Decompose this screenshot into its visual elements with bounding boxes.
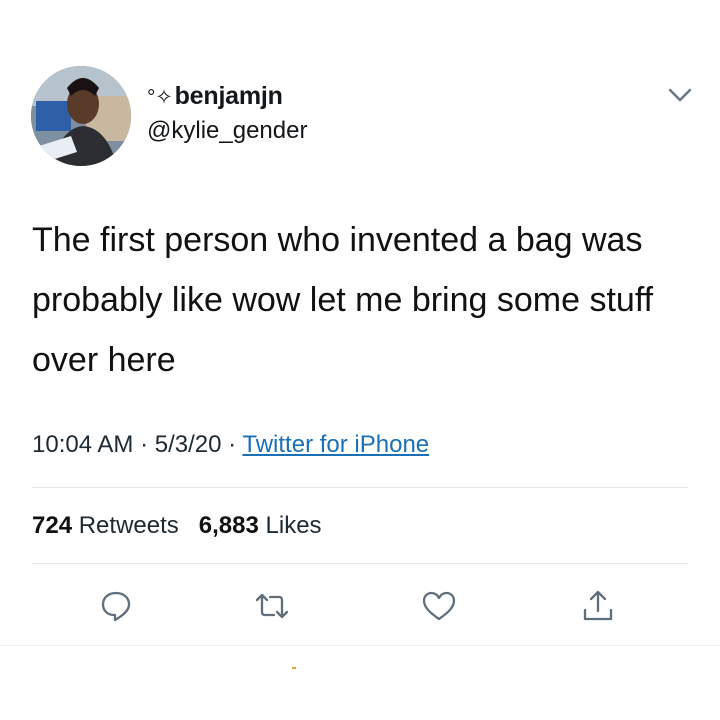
avatar-photo <box>31 66 131 166</box>
likes-count[interactable]: 6,883 <box>199 512 259 539</box>
author-display-name[interactable]: benjamjn <box>175 82 283 110</box>
chevron-down-icon[interactable] <box>667 86 693 104</box>
tweet-date: 5/3/20 <box>154 431 222 458</box>
meta-separator: · <box>228 431 237 458</box>
heart-icon[interactable] <box>421 588 457 624</box>
bottom-divider <box>0 645 720 646</box>
reply-icon[interactable] <box>98 588 134 624</box>
author-handle[interactable]: @kylie_gender <box>147 117 307 145</box>
meta-separator: · <box>140 431 149 458</box>
retweets-label[interactable]: Retweets <box>79 512 179 539</box>
avatar[interactable] <box>31 66 131 166</box>
tweet-time: 10:04 AM <box>32 431 134 458</box>
sparkle-decoration: °✧ <box>147 86 173 109</box>
artifact-mark <box>292 667 296 669</box>
tweet-text: The first person who invented a bag was … <box>32 221 654 379</box>
divider <box>32 487 688 488</box>
author-name[interactable]: °✧benjamjn <box>147 82 283 111</box>
retweets-count[interactable]: 724 <box>32 512 72 539</box>
divider <box>32 563 688 564</box>
share-icon[interactable] <box>580 588 616 624</box>
retweet-icon[interactable] <box>254 588 290 624</box>
engagement-stats: 724 Retweets 6,883 Likes <box>32 512 322 540</box>
likes-label[interactable]: Likes <box>266 512 322 539</box>
tweet-meta: 10:04 AM · 5/3/20 · Twitter for iPhone <box>32 431 429 459</box>
tweet-source-link[interactable]: Twitter for iPhone <box>242 431 429 458</box>
